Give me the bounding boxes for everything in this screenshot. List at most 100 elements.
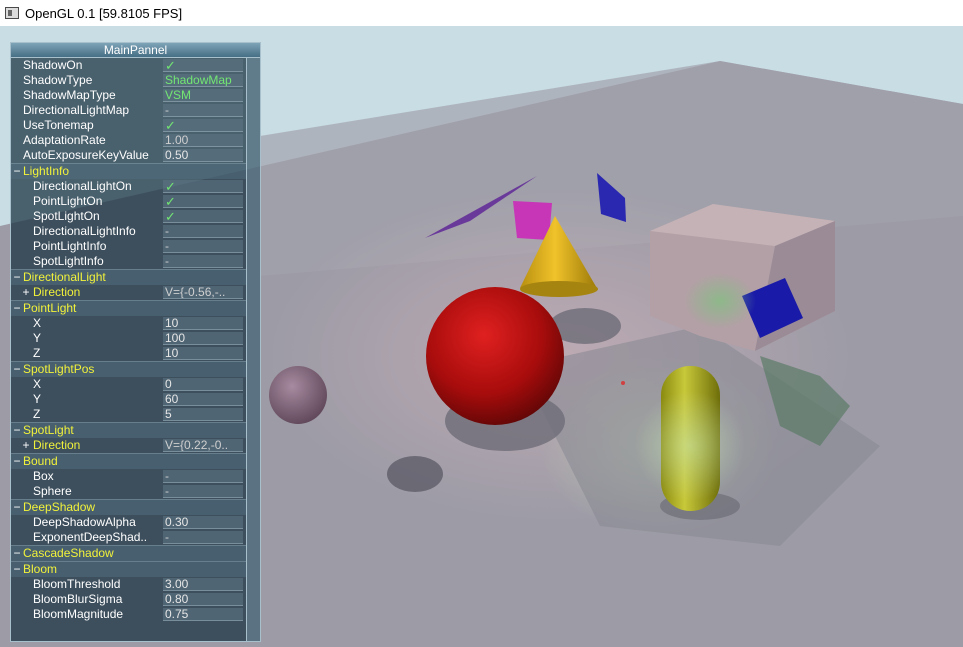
property-row[interactable]: ExponentDeepShad.. - [11, 530, 246, 545]
property-row[interactable]: BloomThreshold 3.00 [11, 577, 246, 592]
group-row[interactable]: − SpotLight [11, 422, 246, 438]
property-value[interactable]: 0.75 [163, 608, 243, 621]
property-label: PointLightOn [33, 194, 103, 208]
property-label: DirectionalLightInfo [33, 224, 136, 238]
property-value[interactable]: - [163, 255, 243, 268]
property-label: Z [33, 346, 41, 360]
property-row[interactable]: Box - [11, 469, 246, 484]
property-value[interactable]: - [163, 225, 243, 238]
property-label: AutoExposureKeyValue [23, 148, 149, 162]
property-row[interactable]: ShadowMapType VSM [11, 88, 246, 103]
group-row[interactable]: − LightInfo [11, 163, 246, 179]
panel-title[interactable]: MainPannel [11, 43, 260, 58]
group-row[interactable]: − SpotLightPos [11, 361, 246, 377]
property-value[interactable]: 0.30 [163, 516, 243, 529]
property-row[interactable]: Sphere - [11, 484, 246, 499]
collapse-icon[interactable]: − [13, 362, 21, 377]
property-value[interactable]: - [163, 470, 243, 483]
group-row[interactable]: − PointLight [11, 300, 246, 316]
property-row[interactable]: + Direction V={-0.56,-.. [11, 285, 246, 300]
property-row[interactable]: AdaptationRate 1.00 [11, 133, 246, 148]
property-value[interactable]: - [163, 531, 243, 544]
property-value[interactable]: 1.00 [163, 134, 243, 147]
property-label: DeepShadowAlpha [33, 515, 136, 529]
property-label: Direction [33, 438, 81, 452]
window-titlebar: OpenGL 0.1 [59.8105 FPS] [0, 0, 963, 26]
property-row[interactable]: AutoExposureKeyValue 0.50 [11, 148, 246, 163]
main-panel[interactable]: MainPannel ShadowOn ✓ ShadowType ShadowMap S… [10, 42, 261, 642]
property-label: X [33, 316, 42, 330]
property-value[interactable]: 10 [163, 347, 243, 360]
property-value[interactable]: V={-0.56,-.. [163, 286, 243, 299]
group-row[interactable]: − Bound [11, 453, 246, 469]
property-value[interactable]: 0.80 [163, 593, 243, 606]
property-value[interactable]: 0 [163, 378, 243, 391]
collapse-icon[interactable]: − [13, 562, 21, 577]
collapse-icon[interactable]: − [13, 423, 21, 438]
property-row[interactable]: PointLightInfo - [11, 239, 246, 254]
property-row[interactable]: X 10 [11, 316, 246, 331]
checkbox-value[interactable]: ✓ [163, 180, 243, 193]
property-value[interactable]: VSM [163, 89, 243, 102]
group-label: PointLight [23, 301, 77, 315]
property-row[interactable]: UseTonemap ✓ [11, 118, 246, 133]
property-label: Y [33, 331, 42, 345]
property-row[interactable]: X0 [11, 377, 246, 392]
collapse-icon[interactable]: − [13, 454, 21, 469]
collapse-icon[interactable]: − [13, 270, 21, 285]
collapse-icon[interactable]: − [13, 500, 21, 515]
property-label: ExponentDeepShad.. [33, 530, 148, 544]
property-value[interactable]: 3.00 [163, 578, 243, 591]
property-label: UseTonemap [23, 118, 94, 132]
property-value[interactable]: - [163, 485, 243, 498]
property-label: AdaptationRate [23, 133, 106, 147]
property-value[interactable]: 60 [163, 393, 243, 406]
group-label: CascadeShadow [23, 546, 114, 560]
checkbox-value[interactable]: ✓ [163, 195, 243, 208]
collapse-icon[interactable]: − [13, 164, 21, 179]
property-row[interactable]: ShadowType ShadowMap [11, 73, 246, 88]
group-row[interactable]: − Bloom [11, 561, 246, 577]
property-row[interactable]: ShadowOn ✓ [11, 58, 246, 73]
property-label: Z [33, 407, 41, 421]
property-row[interactable]: Y 100 [11, 331, 246, 346]
checkbox-value[interactable]: ✓ [163, 59, 243, 72]
property-value[interactable]: V={0.22,-0.. [163, 439, 243, 452]
property-value[interactable]: - [163, 104, 243, 117]
collapse-icon[interactable]: − [13, 301, 21, 316]
property-row[interactable]: + Direction V={0.22,-0.. [11, 438, 246, 453]
property-value[interactable]: ShadowMap [163, 74, 243, 87]
property-row[interactable]: BloomMagnitude 0.75 [11, 607, 246, 622]
property-row[interactable]: BloomBlurSigma 0.80 [11, 592, 246, 607]
property-row[interactable]: DirectionalLightOn ✓ [11, 179, 246, 194]
group-label: SpotLightPos [23, 362, 95, 376]
property-value[interactable]: 0.50 [163, 149, 243, 162]
property-row[interactable]: PointLightOn ✓ [11, 194, 246, 209]
property-row[interactable]: DeepShadowAlpha 0.30 [11, 515, 246, 530]
group-row[interactable]: − DirectionalLight [11, 269, 246, 285]
group-row[interactable]: − CascadeShadow [11, 545, 246, 561]
property-row[interactable]: SpotLightInfo - [11, 254, 246, 269]
group-row[interactable]: − DeepShadow [11, 499, 246, 515]
property-value[interactable]: 10 [163, 317, 243, 330]
property-row[interactable]: SpotLightOn ✓ [11, 209, 246, 224]
collapse-icon[interactable]: − [13, 546, 21, 561]
property-label: Box [33, 469, 54, 483]
property-row[interactable]: DirectionalLightMap - [11, 103, 246, 118]
property-row[interactable]: Z5 [11, 407, 246, 422]
property-row[interactable]: Z 10 [11, 346, 246, 361]
checkbox-value[interactable]: ✓ [163, 119, 243, 132]
property-list: ShadowOn ✓ ShadowType ShadowMap ShadowMapTyp… [11, 58, 246, 622]
panel-scrollbar[interactable] [246, 58, 260, 641]
expand-icon[interactable]: + [22, 438, 30, 453]
expand-icon[interactable]: + [22, 285, 30, 300]
render-viewport[interactable]: MainPannel ShadowOn ✓ ShadowType ShadowMap S… [0, 26, 963, 647]
property-label: BloomThreshold [33, 577, 121, 591]
property-row[interactable]: DirectionalLightInfo - [11, 224, 246, 239]
property-value[interactable]: 100 [163, 332, 243, 345]
checkbox-value[interactable]: ✓ [163, 210, 243, 223]
property-row[interactable]: Y 60 [11, 392, 246, 407]
property-label: SpotLightInfo [33, 254, 104, 268]
property-value[interactable]: - [163, 240, 243, 253]
property-value[interactable]: 5 [163, 408, 243, 421]
